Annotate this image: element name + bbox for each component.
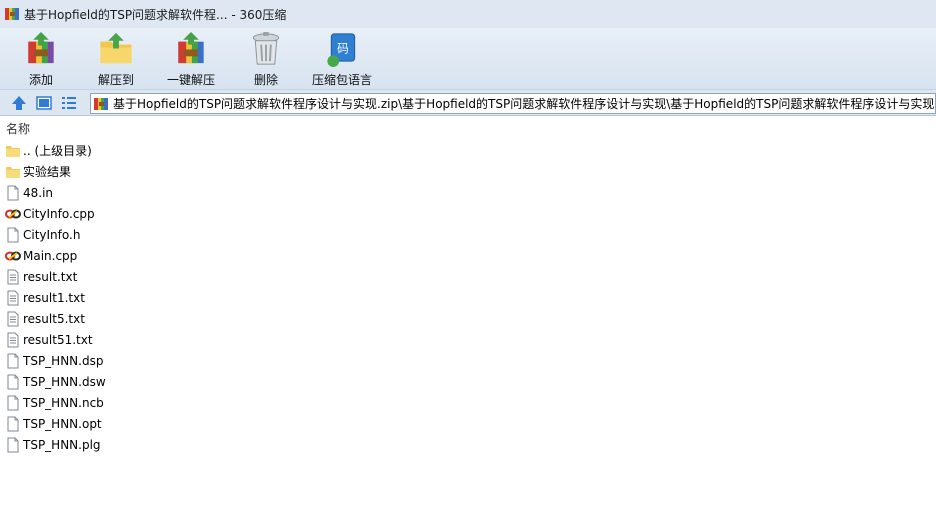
file-name: TSP_HNN.plg	[23, 437, 101, 452]
folder-icon	[6, 145, 20, 157]
list-item[interactable]: TSP_HNN.dsp	[0, 350, 936, 371]
list-item[interactable]: result51.txt	[0, 329, 936, 350]
list-item[interactable]: TSP_HNN.ncb	[0, 392, 936, 413]
list-item[interactable]: result.txt	[0, 266, 936, 287]
cpp-file-icon	[5, 251, 21, 260]
folder-icon	[6, 166, 20, 178]
list-item[interactable]: TSP_HNN.opt	[0, 413, 936, 434]
file-name: TSP_HNN.opt	[23, 416, 102, 431]
one-click-extract-button[interactable]: 一键解压	[159, 30, 223, 88]
extract-to-icon	[100, 32, 132, 64]
thumbnail-view-icon[interactable]	[35, 94, 53, 112]
text-file-icon	[7, 311, 19, 326]
file-name: CityInfo.h	[23, 227, 81, 242]
archive-app-icon	[5, 8, 19, 20]
file-name: TSP_HNN.ncb	[23, 395, 104, 410]
list-item[interactable]: result1.txt	[0, 287, 936, 308]
window-title: 基于Hopfield的TSP问题求解软件程... - 360压缩	[24, 7, 287, 22]
title-bar: 基于Hopfield的TSP问题求解软件程... - 360压缩	[0, 0, 936, 28]
list-item[interactable]: TSP_HNN.dsw	[0, 371, 936, 392]
list-item[interactable]: .. (上级目录)	[0, 140, 936, 161]
column-header-name[interactable]: 名称	[6, 120, 30, 137]
add-button[interactable]: 添加	[9, 30, 73, 88]
file-name: result5.txt	[23, 311, 85, 326]
add-archive-icon	[28, 31, 54, 64]
list-header: 名称	[0, 118, 936, 138]
file-icon	[7, 374, 19, 389]
cpp-file-icon	[5, 209, 21, 218]
delete-button[interactable]: 删除	[234, 30, 298, 88]
file-icon	[7, 185, 19, 200]
list-view-icon[interactable]	[60, 94, 78, 112]
extract-to-button[interactable]: 解压到	[84, 30, 148, 88]
text-file-icon	[7, 290, 19, 305]
file-list: .. (上级目录) 实验结果 48.in CityInfo.cpp CityInfo.h…	[0, 140, 936, 455]
text-file-icon	[7, 332, 19, 347]
zip-archive-icon	[94, 97, 108, 110]
file-name: 实验结果	[23, 165, 72, 179]
file-name: result.txt	[23, 269, 78, 284]
list-item[interactable]: 48.in	[0, 182, 936, 203]
file-name: .. (上级目录)	[23, 144, 92, 158]
file-name: result1.txt	[23, 290, 85, 305]
file-name: CityInfo.cpp	[23, 206, 95, 221]
file-name: result51.txt	[23, 332, 93, 347]
list-item[interactable]: CityInfo.cpp	[0, 203, 936, 224]
one-click-extract-icon	[178, 31, 204, 64]
file-icon	[7, 227, 19, 242]
path-text: 基于Hopfield的TSP问题求解软件程序设计与实现.zip\基于Hopfie…	[113, 97, 935, 111]
archive-language-button[interactable]: 码 压缩包语言	[309, 30, 375, 88]
list-item[interactable]: Main.cpp	[0, 245, 936, 266]
list-item[interactable]: CityInfo.h	[0, 224, 936, 245]
path-field[interactable]: 基于Hopfield的TSP问题求解软件程序设计与实现.zip\基于Hopfie…	[90, 93, 936, 114]
file-name: TSP_HNN.dsp	[23, 353, 104, 368]
list-item[interactable]: 实验结果	[0, 161, 936, 182]
file-icon	[7, 416, 19, 431]
file-name: Main.cpp	[23, 248, 78, 263]
list-item[interactable]: result5.txt	[0, 308, 936, 329]
text-file-icon	[7, 269, 19, 284]
file-icon	[7, 353, 19, 368]
file-name: TSP_HNN.dsw	[23, 374, 106, 389]
list-item[interactable]: TSP_HNN.plg	[0, 434, 936, 455]
delete-icon	[252, 31, 280, 65]
archive-language-icon: 码	[327, 33, 356, 67]
toolbar: 添加 解压到 一键解压 删除 码 压缩包语言	[0, 28, 936, 90]
file-icon	[7, 437, 19, 452]
file-icon	[7, 395, 19, 410]
file-name: 48.in	[23, 185, 54, 200]
up-arrow-icon[interactable]	[10, 94, 28, 112]
address-bar: 基于Hopfield的TSP问题求解软件程序设计与实现.zip\基于Hopfie…	[0, 90, 936, 116]
svg-text:码: 码	[337, 41, 349, 55]
